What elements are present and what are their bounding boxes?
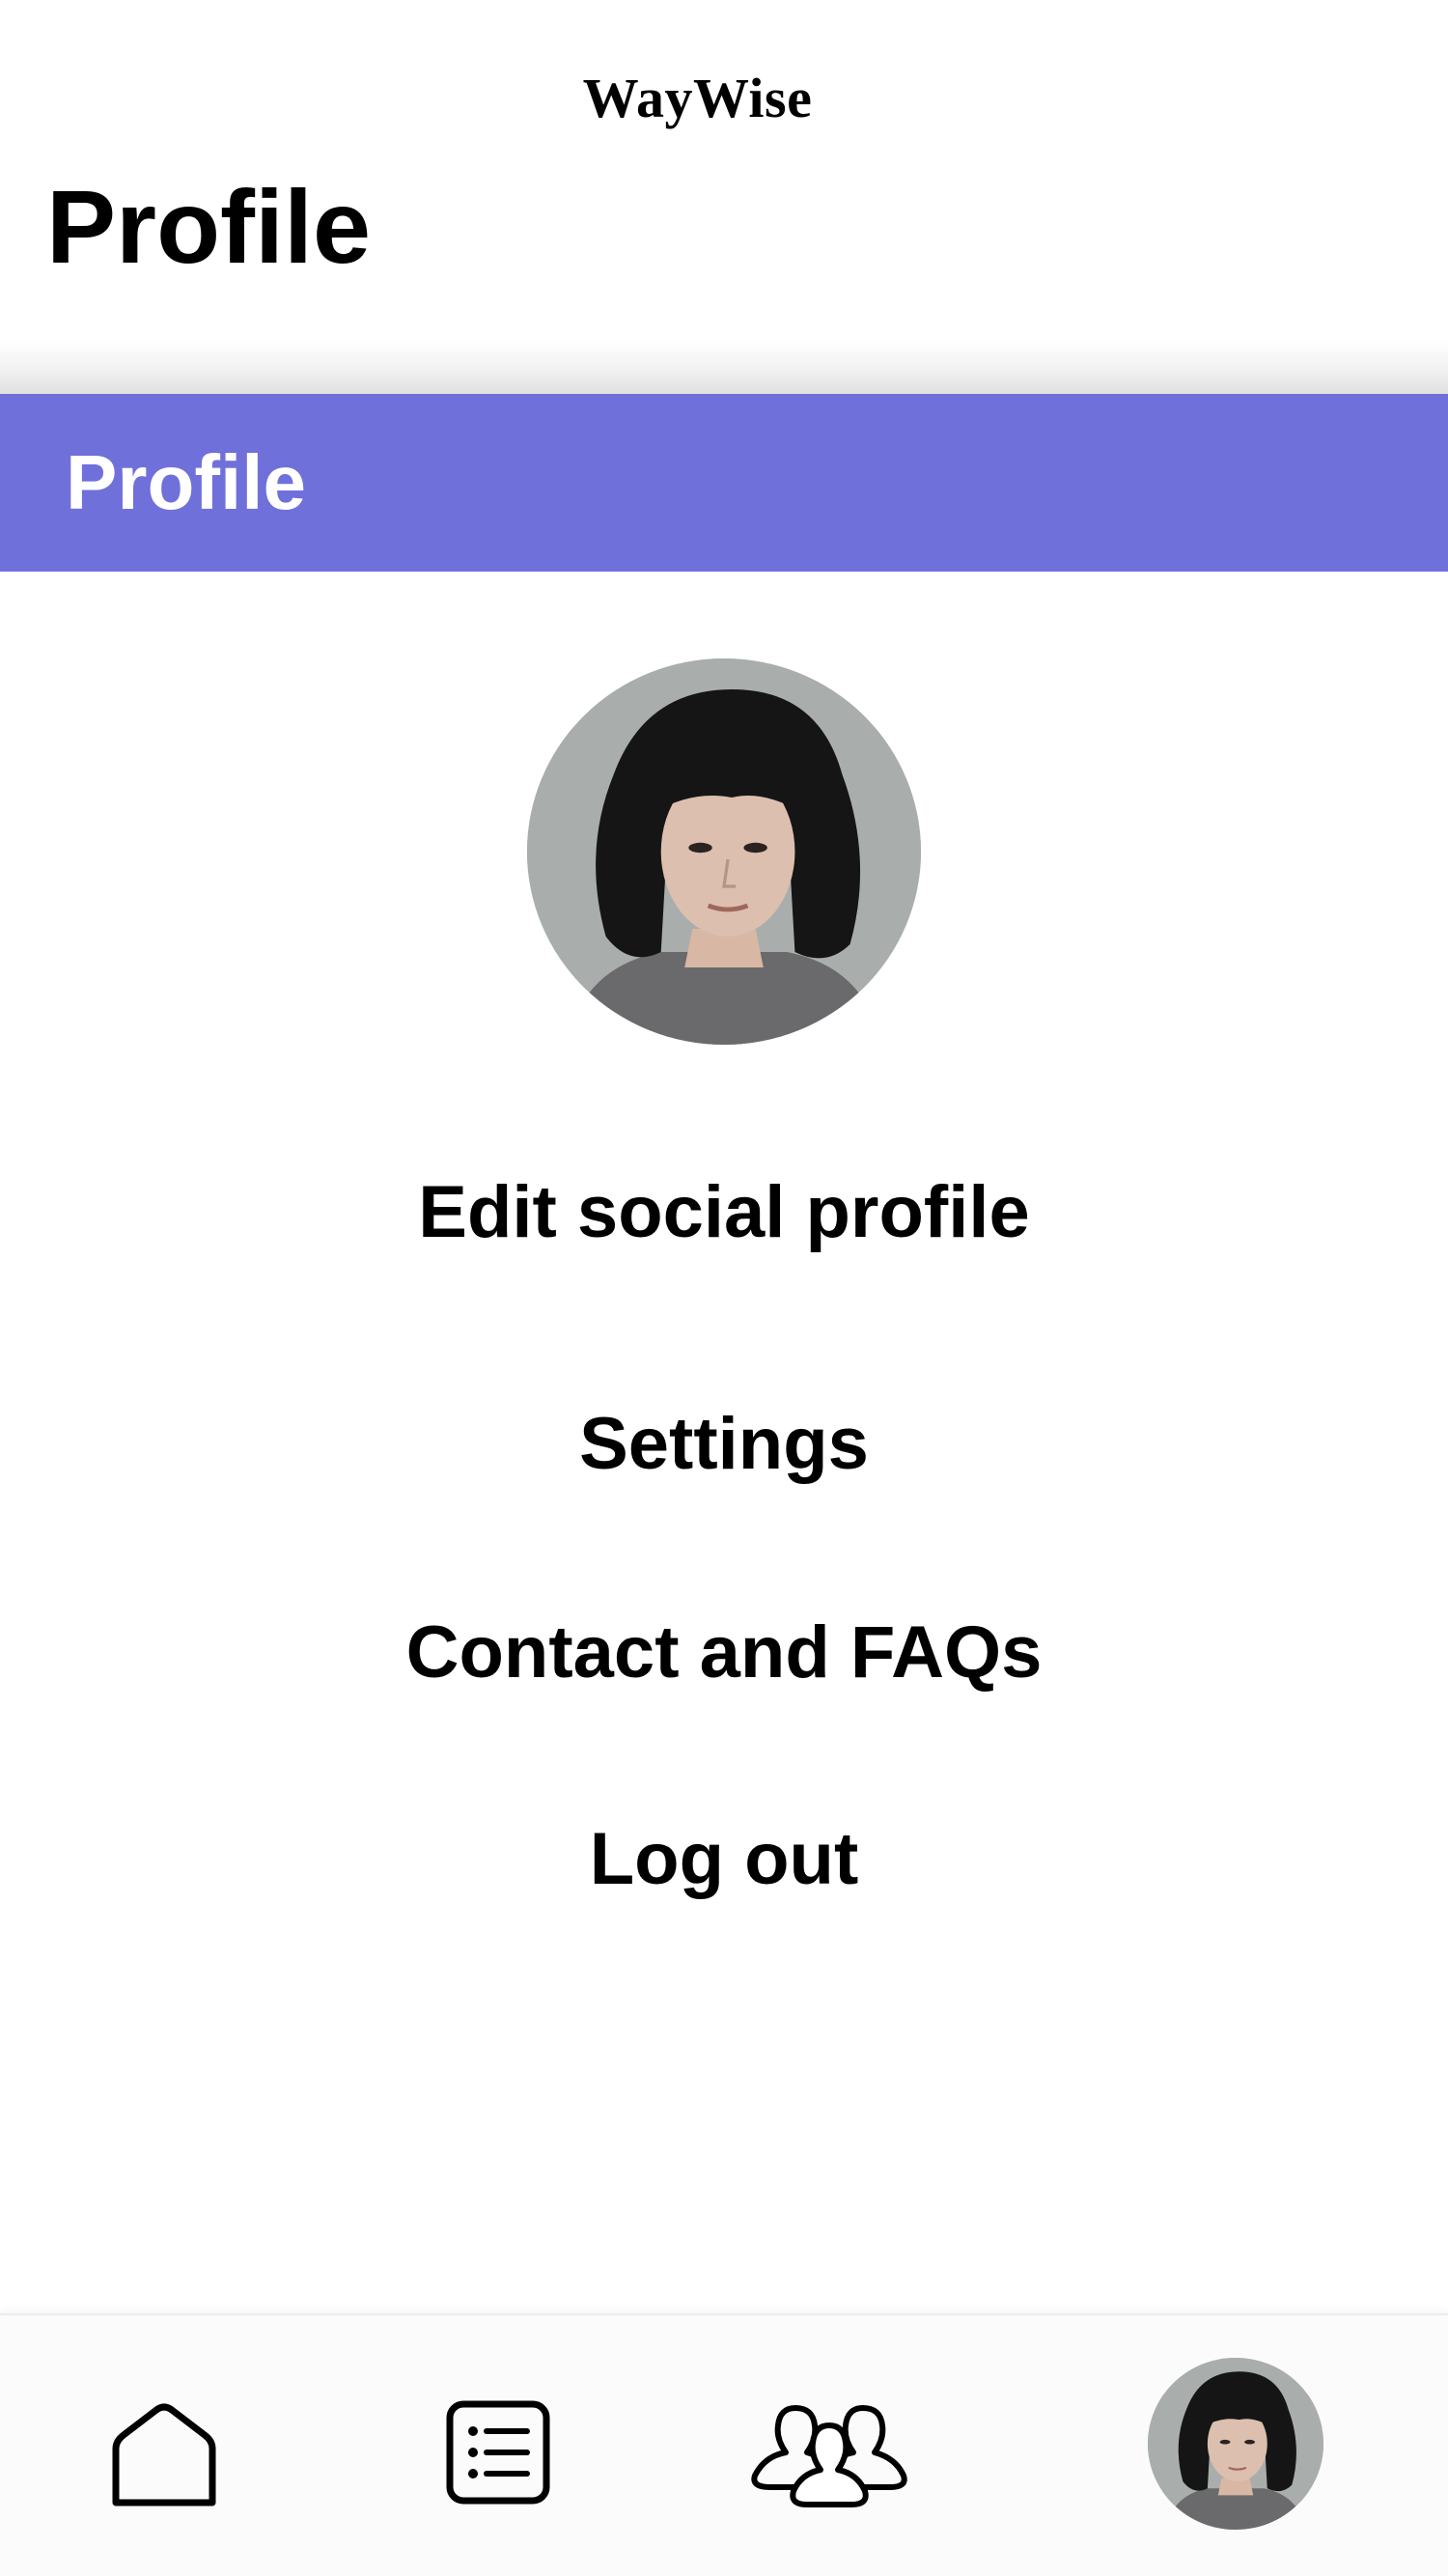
nav-tab-home[interactable] [106, 2398, 222, 2514]
section-title: Profile [66, 439, 306, 525]
section-banner: Profile [0, 394, 1448, 572]
nav-tab-community[interactable] [749, 2393, 909, 2512]
log-out-button[interactable]: Log out [0, 1802, 1448, 1918]
settings-button[interactable]: Settings [0, 1386, 1448, 1502]
page-title: Profile [46, 168, 372, 285]
nav-tab-profile[interactable] [1148, 2358, 1323, 2530]
avatar [1148, 2358, 1323, 2530]
home-icon [112, 2403, 216, 2506]
community-icon [751, 2405, 907, 2507]
edit-social-profile-button[interactable]: Edit social profile [0, 1155, 1448, 1271]
nav-tab-list[interactable] [444, 2398, 552, 2506]
app-name: WayWise [582, 67, 813, 129]
list-icon [446, 2400, 550, 2505]
contact-faqs-button[interactable]: Contact and FAQs [0, 1595, 1448, 1711]
bottom-navigation [0, 2313, 1448, 2576]
profile-avatar[interactable] [527, 658, 921, 1045]
avatar-portrait [527, 658, 921, 1045]
header-divider-shadow [0, 340, 1448, 394]
